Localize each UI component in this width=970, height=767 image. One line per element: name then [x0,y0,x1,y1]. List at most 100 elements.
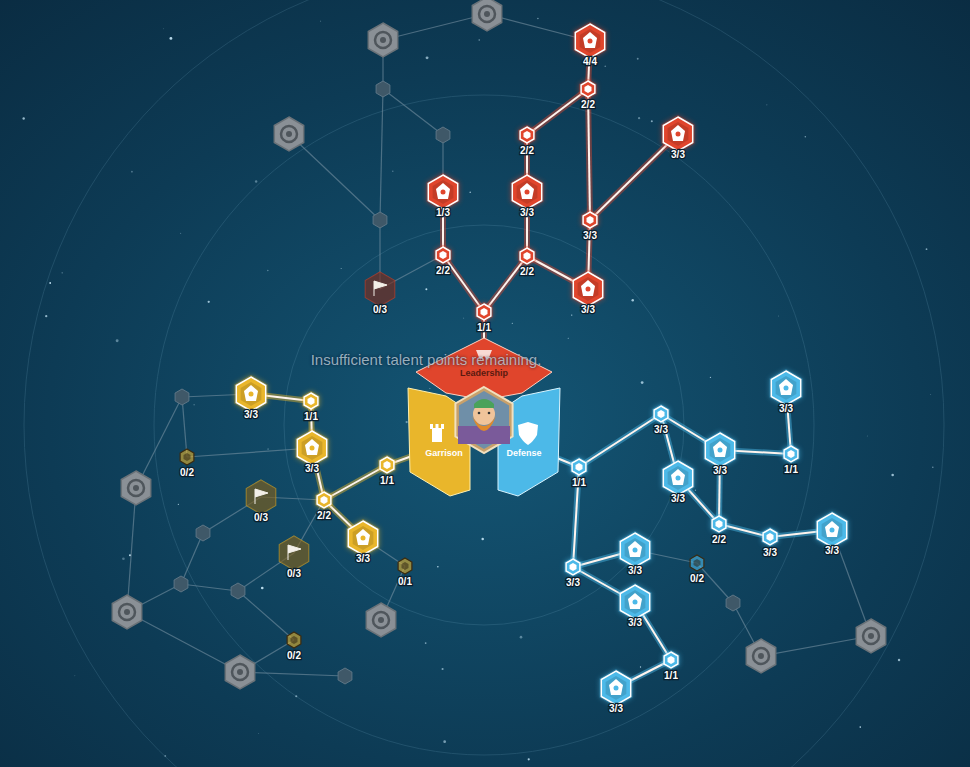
talent-node[interactable]: 3/3 [511,173,544,218]
talent-node[interactable]: 3/3 [704,431,737,476]
talent-node[interactable]: 2/2 [315,490,332,521]
talent-node[interactable] [366,603,395,637]
talent-node[interactable]: 3/3 [296,429,329,474]
talent-level: 1/1 [380,475,394,486]
edge [380,89,383,220]
talent-node[interactable] [376,81,390,97]
talent-node[interactable] [856,619,885,653]
talent-node[interactable]: 3/3 [662,459,695,504]
talent-node[interactable]: 0/3 [279,536,308,579]
edge [182,397,187,457]
talent-icon [305,439,319,455]
talent-node[interactable]: 3/3 [816,511,849,556]
talent-node[interactable]: 3/3 [581,210,598,241]
talent-node[interactable] [231,583,245,599]
talent-node[interactable] [436,127,450,143]
talent-node[interactable] [472,0,501,31]
talent-node[interactable]: 2/2 [518,125,535,156]
star [208,301,210,303]
talent-level: 2/2 [520,145,534,156]
talent-node[interactable]: 1/1 [570,457,587,488]
talent-node[interactable]: 2/2 [518,246,535,277]
talent-tree-screen: 1/1 2/2 1/3 2/2 3/3 2/2 3/3 3/3 3/3 2/2 4/4 0/3 1/1 2… [0,0,970,767]
talent-node[interactable]: 3/3 [572,270,605,315]
talent-node[interactable]: 1/1 [782,444,799,475]
talent-node[interactable]: 3/3 [564,557,581,588]
star [930,394,932,396]
talent-node[interactable]: 3/3 [619,531,652,576]
star [425,642,427,644]
star [392,170,394,172]
talent-icon [628,593,642,609]
star [805,136,807,138]
talent-node[interactable]: 1/1 [302,391,319,422]
talent-node[interactable]: 3/3 [619,583,652,628]
talent-icon [583,32,597,48]
commander-portrait[interactable] [455,387,512,453]
talent-node[interactable] [196,525,210,541]
talent-node[interactable]: 0/2 [690,555,704,584]
talent-node[interactable] [726,595,740,611]
star [116,339,119,342]
talent-node[interactable]: 2/2 [434,245,451,276]
talent-icon [281,126,297,142]
talent-node[interactable] [373,212,387,228]
talent-level: 1/1 [477,322,491,333]
talent-node[interactable] [174,576,188,592]
talent-node[interactable]: 3/3 [600,669,633,714]
talent-node[interactable]: 0/3 [365,272,394,315]
talent-node[interactable]: 0/2 [287,632,301,661]
star [258,733,260,735]
talent-level: 3/3 [628,565,642,576]
talent-level: 3/3 [671,493,685,504]
hub: LeadershipGarrisonDefense [408,338,560,496]
talent-icon [373,612,389,628]
talent-icon [671,125,685,141]
star [512,323,513,324]
talent-node[interactable]: 0/1 [398,558,412,587]
talent-node[interactable] [338,668,352,684]
edge [383,89,443,135]
talent-node[interactable]: 4/4 [574,22,607,67]
edge [527,89,588,135]
talent-node[interactable] [121,471,150,505]
star [463,317,465,319]
talent-tree: 1/1 2/2 1/3 2/2 3/3 2/2 3/3 3/3 3/3 2/2 4/4 0/3 1/1 2… [0,0,970,767]
star [122,557,125,560]
branch-edges [289,14,678,340]
talent-node[interactable]: 2/2 [579,79,596,110]
talent-node[interactable]: 1/1 [475,302,492,333]
star [481,538,484,541]
talent-node[interactable] [112,595,141,629]
edge [181,584,238,591]
talent-node[interactable]: 3/3 [347,519,380,564]
talent-node[interactable] [225,655,254,689]
talent-node[interactable]: 0/3 [246,480,275,523]
star [640,666,641,667]
star [406,421,408,423]
talent-node[interactable]: 1/3 [427,173,460,218]
talent-node[interactable]: 1/1 [662,650,679,681]
talent-level: 2/2 [520,266,534,277]
star [478,39,479,40]
talent-level: 3/3 [583,230,597,241]
talent-node[interactable] [746,639,775,673]
talent-node[interactable]: 3/3 [761,527,778,558]
talent-node[interactable]: 3/3 [662,115,695,160]
star [45,315,47,317]
talent-icon [779,379,793,395]
talent-icon [288,545,301,560]
star [74,675,76,677]
talent-node[interactable] [274,117,303,151]
talent-node[interactable]: 0/2 [180,449,194,478]
talent-node[interactable]: 1/1 [378,455,395,486]
talent-node[interactable]: 3/3 [235,375,268,420]
talent-node[interactable]: 3/3 [770,369,803,414]
talent-node[interactable] [368,23,397,57]
star [528,758,530,760]
talent-icon [255,489,268,504]
talent-node[interactable]: 3/3 [652,404,669,435]
talent-level: 0/3 [373,304,387,315]
talent-node[interactable]: 2/2 [710,514,727,545]
talent-node[interactable] [175,389,189,405]
